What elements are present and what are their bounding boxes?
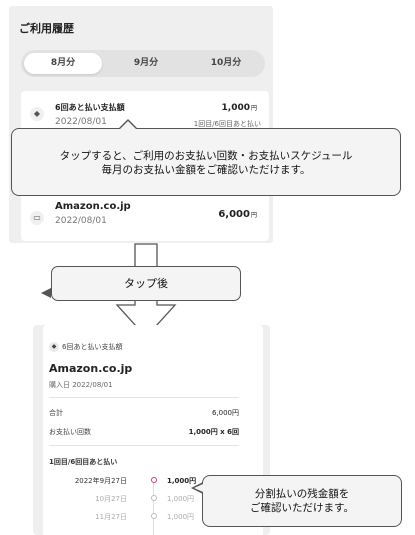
shop-name: Amazon.co.jp <box>49 362 133 375</box>
schedule-dot <box>151 513 157 519</box>
schedule-amount: 1,000円 <box>167 495 195 503</box>
installment-progress: 1回目/6回目あと払い <box>49 458 118 466</box>
item-amount: 1,000円 <box>221 103 257 113</box>
after-label-pointer <box>41 288 51 298</box>
installment-icon: ◆ <box>30 107 44 121</box>
schedule-date: 10月27日 <box>95 495 127 503</box>
history-item-amazon[interactable]: ▭ Amazon.co.jp 2022/08/01 6,000円 <box>21 191 269 241</box>
payment-count-row: お支払い回数 1,000円 x 6回 <box>49 427 239 437</box>
tab-september[interactable]: 9月分 <box>107 53 185 74</box>
payment-type-badge: ◆ 6回あと払い支払額 <box>49 342 122 352</box>
callout-line: タップすると、ご利用のお支払い回数・お支払いスケジュール <box>59 150 353 162</box>
callout-pointer-inner <box>194 484 203 492</box>
item-name: Amazon.co.jp <box>55 201 131 212</box>
divider <box>49 445 239 446</box>
callout-line: 分割払いの残金額を <box>254 488 350 500</box>
item-date: 2022/08/01 <box>55 216 107 226</box>
callout-line: 毎月のお支払い金額をご確認いただけます。 <box>101 164 311 176</box>
tab-august[interactable]: 8月分 <box>24 53 102 74</box>
purchase-date: 購入日 2022/08/01 <box>49 381 113 389</box>
item-date: 2022/08/01 <box>55 117 107 127</box>
total-value: 6,000円 <box>211 409 239 417</box>
divider <box>49 397 239 398</box>
cart-icon: ▭ <box>30 211 44 225</box>
remaining-balance-callout: 分割払いの残金額を ご確認いただけます。 <box>202 475 402 527</box>
month-tabbar: 8月分 9月分 10月分 <box>21 50 265 77</box>
tab-october[interactable]: 10月分 <box>187 53 265 74</box>
callout-line: ご確認いただけます。 <box>250 502 354 514</box>
total-row: 合計 6,000円 <box>49 408 239 418</box>
tutorial-stage: ご利用履歴 8月分 9月分 10月分 ◆ 6回あと払い支払額 2022/08/0… <box>0 0 415 535</box>
schedule-date: 2022年9月27日 <box>74 477 127 485</box>
payment-count-value: 1,000円 x 6回 <box>188 428 239 436</box>
installment-icon: ◆ <box>49 342 59 352</box>
item-amount: 6,000円 <box>218 209 257 220</box>
callout-pointer-inner <box>120 121 136 129</box>
item-name: 6回あと払い支払額 <box>55 103 125 112</box>
after-tap-label: タップ後 <box>51 266 241 301</box>
total-label: 合計 <box>49 409 63 417</box>
schedule-dot <box>151 477 157 483</box>
schedule-dot <box>151 495 157 501</box>
schedule-timeline <box>153 477 154 535</box>
payment-count-label: お支払い回数 <box>49 428 91 436</box>
schedule-date: 11月27日 <box>95 513 127 521</box>
usage-history-panel: ご利用履歴 8月分 9月分 10月分 ◆ 6回あと払い支払額 2022/08/0… <box>9 6 273 243</box>
tap-hint-callout: タップすると、ご利用のお支払い回数・お支払いスケジュール 毎月のお支払い金額をご… <box>11 128 401 196</box>
page-title: ご利用履歴 <box>19 22 74 35</box>
schedule-amount: 1,000円 <box>167 513 195 521</box>
